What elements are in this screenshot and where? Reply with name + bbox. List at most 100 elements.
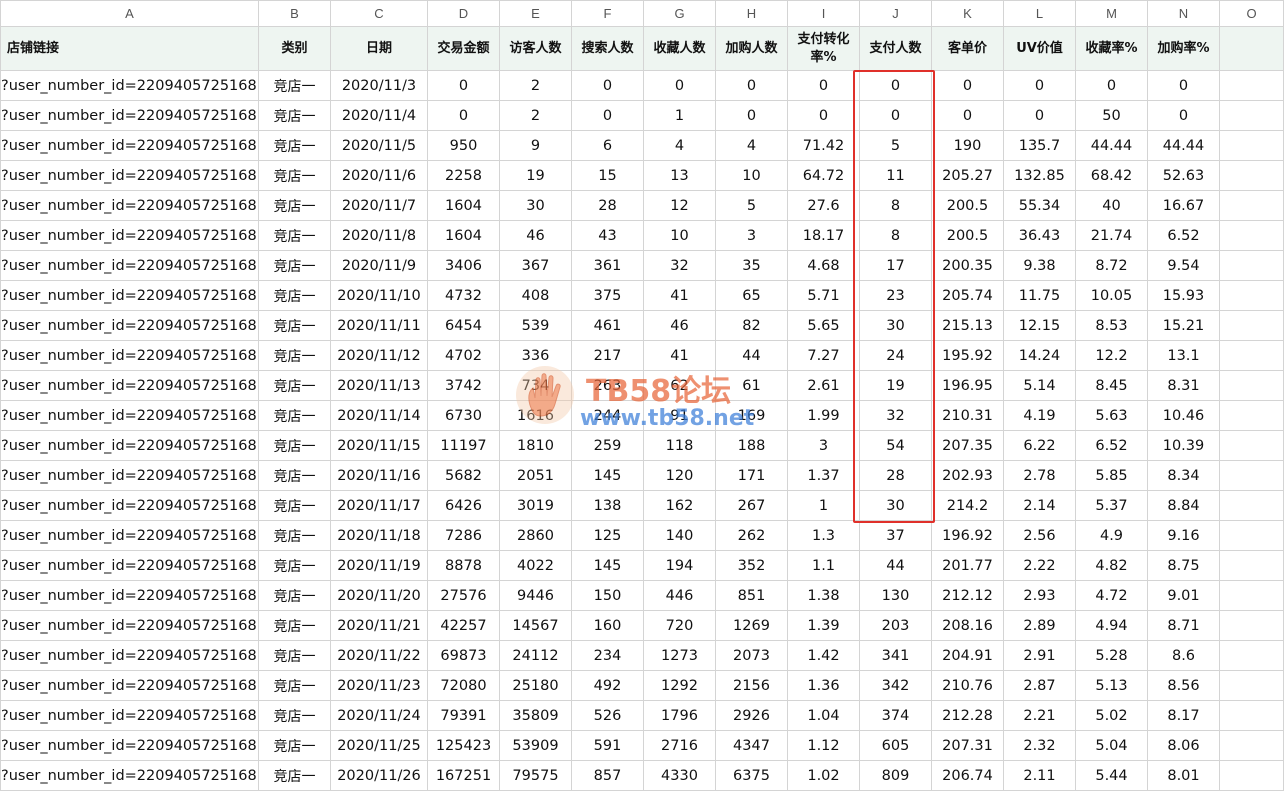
cell[interactable] (1219, 460, 1284, 491)
cell[interactable]: 50 (1075, 100, 1148, 131)
cell[interactable]: 竞店一 (258, 190, 331, 221)
cell[interactable]: 4.94 (1075, 610, 1148, 641)
cell[interactable]: 25180 (499, 670, 572, 701)
cell[interactable]: 150 (571, 580, 644, 611)
cell[interactable]: 140 (643, 520, 716, 551)
cell[interactable] (1219, 250, 1284, 281)
cell[interactable]: 28 (571, 190, 644, 221)
cell[interactable]: 2020/11/18 (330, 520, 428, 551)
cell[interactable] (1219, 760, 1284, 791)
cell[interactable]: 15.93 (1147, 280, 1220, 311)
cell[interactable]: ?user_number_id=2209405725168 (0, 100, 259, 131)
cell[interactable]: 6.52 (1147, 220, 1220, 251)
cell[interactable]: 145 (571, 460, 644, 491)
cell[interactable] (1219, 160, 1284, 191)
column-header-d[interactable]: D (427, 0, 500, 27)
cell[interactable]: 0 (571, 70, 644, 101)
cell[interactable]: 竞店一 (258, 400, 331, 431)
cell[interactable]: 206.74 (931, 760, 1004, 791)
cell[interactable]: 69873 (427, 640, 500, 671)
cell[interactable]: 1810 (499, 430, 572, 461)
cell[interactable]: 4.82 (1075, 550, 1148, 581)
cell[interactable]: 6.52 (1075, 430, 1148, 461)
cell[interactable]: 195.92 (931, 340, 1004, 371)
header-cell[interactable]: 搜索人数 (571, 26, 644, 71)
cell[interactable]: 4347 (715, 730, 788, 761)
cell[interactable]: 4.19 (1003, 400, 1076, 431)
cell[interactable]: 1.3 (787, 520, 860, 551)
cell[interactable]: 2020/11/8 (330, 220, 428, 251)
cell[interactable]: 3 (787, 430, 860, 461)
header-cell[interactable]: 日期 (330, 26, 428, 71)
cell[interactable]: 2020/11/11 (330, 310, 428, 341)
cell[interactable] (1219, 700, 1284, 731)
cell[interactable]: 125423 (427, 730, 500, 761)
cell[interactable]: 1.39 (787, 610, 860, 641)
cell[interactable] (1219, 190, 1284, 221)
header-cell[interactable] (1219, 26, 1284, 71)
cell[interactable]: 2020/11/26 (330, 760, 428, 791)
cell[interactable]: 809 (859, 760, 932, 791)
cell[interactable]: 8.6 (1147, 640, 1220, 671)
cell[interactable]: 2716 (643, 730, 716, 761)
cell[interactable]: 1796 (643, 700, 716, 731)
cell[interactable]: 950 (427, 130, 500, 161)
cell[interactable]: 145 (571, 550, 644, 581)
cell[interactable]: 10 (643, 220, 716, 251)
cell[interactable]: 44.44 (1147, 130, 1220, 161)
cell[interactable]: 352 (715, 550, 788, 581)
cell[interactable]: 857 (571, 760, 644, 791)
cell[interactable]: 11.75 (1003, 280, 1076, 311)
cell[interactable]: 160 (571, 610, 644, 641)
cell[interactable]: 52.63 (1147, 160, 1220, 191)
cell[interactable]: 2.87 (1003, 670, 1076, 701)
column-header-a[interactable]: A (0, 0, 259, 27)
cell[interactable]: 5 (859, 130, 932, 161)
cell[interactable]: 259 (571, 430, 644, 461)
cell[interactable]: 605 (859, 730, 932, 761)
cell[interactable]: 5.63 (1075, 400, 1148, 431)
cell[interactable] (1219, 640, 1284, 671)
header-cell[interactable]: 加购人数 (715, 26, 788, 71)
cell[interactable]: 2020/11/21 (330, 610, 428, 641)
header-cell[interactable]: 类别 (258, 26, 331, 71)
cell[interactable]: 2020/11/5 (330, 130, 428, 161)
cell[interactable]: 217 (571, 340, 644, 371)
cell[interactable]: ?user_number_id=2209405725168 (0, 340, 259, 371)
cell[interactable]: 6375 (715, 760, 788, 791)
cell[interactable]: 12.15 (1003, 310, 1076, 341)
cell[interactable]: 125 (571, 520, 644, 551)
cell[interactable]: 竞店一 (258, 130, 331, 161)
column-header-l[interactable]: L (1003, 0, 1076, 27)
cell[interactable]: 2.93 (1003, 580, 1076, 611)
cell[interactable]: 8.72 (1075, 250, 1148, 281)
cell[interactable]: 3019 (499, 490, 572, 521)
column-header-k[interactable]: K (931, 0, 1004, 27)
cell[interactable]: 24112 (499, 640, 572, 671)
cell[interactable]: 15.21 (1147, 310, 1220, 341)
cell[interactable]: 54 (859, 430, 932, 461)
cell[interactable]: 5.85 (1075, 460, 1148, 491)
cell[interactable]: 1.36 (787, 670, 860, 701)
column-header-e[interactable]: E (499, 0, 572, 27)
cell[interactable]: ?user_number_id=2209405725168 (0, 730, 259, 761)
cell[interactable]: 21.74 (1075, 220, 1148, 251)
cell[interactable]: 210.76 (931, 670, 1004, 701)
cell[interactable] (1219, 130, 1284, 161)
cell[interactable]: 9.38 (1003, 250, 1076, 281)
cell[interactable]: 2020/11/15 (330, 430, 428, 461)
cell[interactable]: 竞店一 (258, 340, 331, 371)
cell[interactable]: 375 (571, 280, 644, 311)
cell[interactable]: 41 (643, 340, 716, 371)
cell[interactable]: 30 (859, 310, 932, 341)
cell[interactable]: 32 (859, 400, 932, 431)
cell[interactable]: 2926 (715, 700, 788, 731)
cell[interactable]: 2020/11/24 (330, 700, 428, 731)
cell[interactable]: 2156 (715, 670, 788, 701)
cell[interactable]: 2020/11/23 (330, 670, 428, 701)
cell[interactable]: 162 (643, 490, 716, 521)
cell[interactable]: 267 (715, 490, 788, 521)
cell[interactable]: 0 (1003, 100, 1076, 131)
column-header-o[interactable]: O (1219, 0, 1284, 27)
cell[interactable]: 30 (859, 490, 932, 521)
